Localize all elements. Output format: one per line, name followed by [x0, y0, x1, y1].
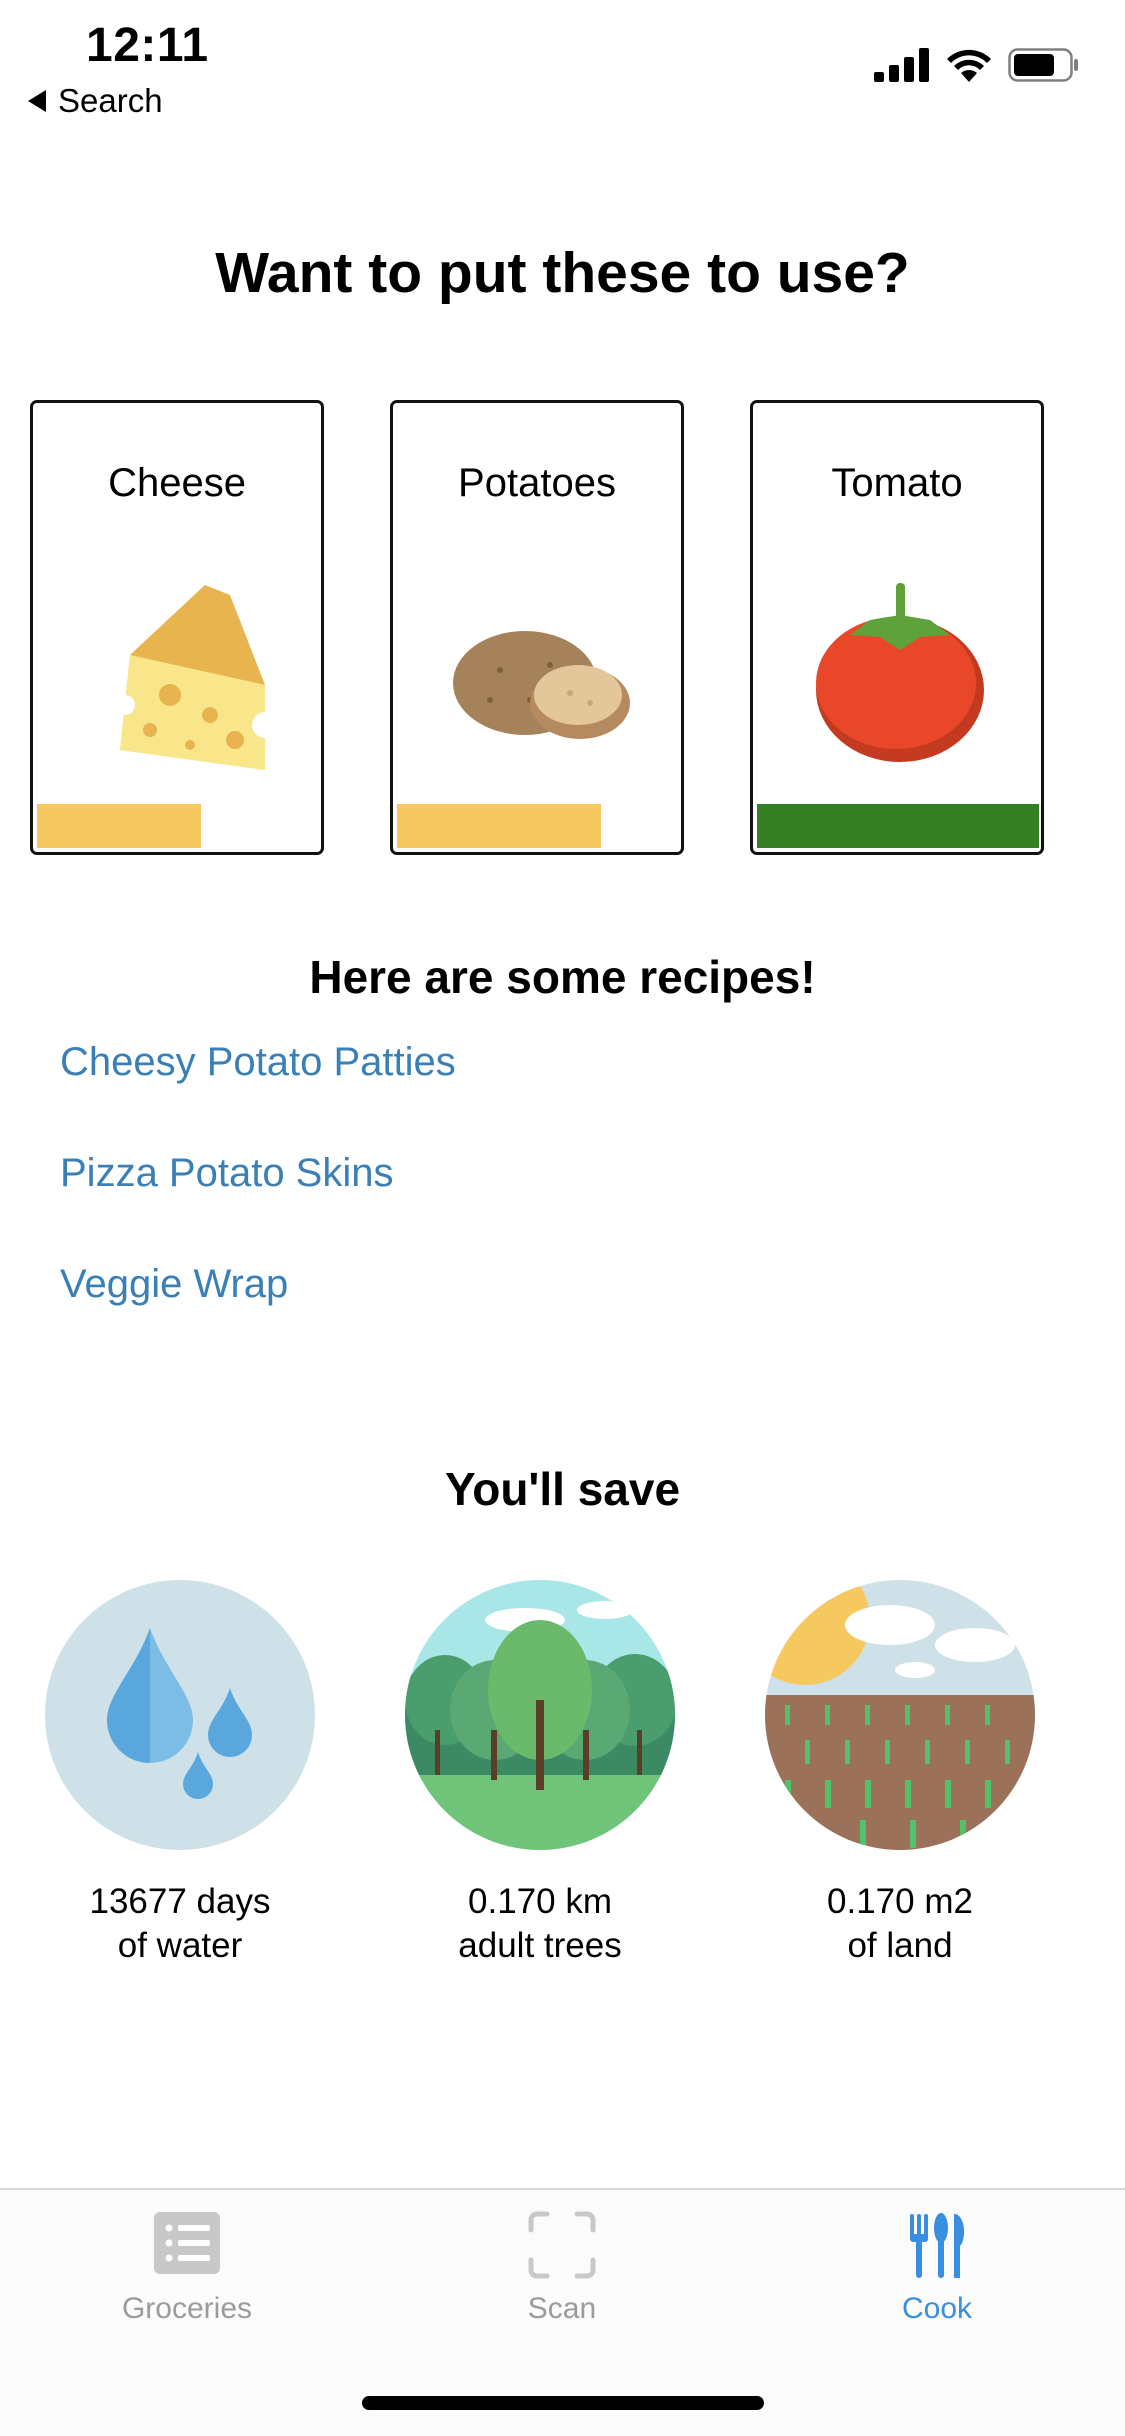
list-icon [154, 2212, 220, 2274]
tab-scan[interactable]: Scan [437, 2210, 687, 2326]
ingredient-card-potatoes[interactable]: Potatoes [390, 400, 684, 855]
trees-icon [405, 1580, 675, 1850]
tab-cook[interactable]: Cook [812, 2210, 1062, 2326]
land-savings-unit: of land [847, 1926, 953, 1965]
potato-icon [453, 631, 630, 739]
trees-savings-label: 0.170 km adult trees [405, 1880, 675, 1968]
back-link-label: Search [58, 82, 163, 119]
scan-icon [528, 2211, 596, 2279]
cellular-signal-icon [874, 48, 929, 82]
land-savings-label: 0.170 m2 of land [765, 1880, 1035, 1968]
cook-screen: 12:11 Search Want to put these to use? C… [0, 0, 1125, 2436]
page-title: Want to put these to use? [215, 241, 910, 305]
wifi-icon [947, 49, 991, 82]
recipes-title: Here are some recipes! [309, 951, 816, 1003]
status-indicators [874, 48, 1080, 82]
status-time: 12:11 [86, 19, 209, 72]
ingredient-name: Tomato [831, 461, 963, 505]
ingredient-card-tomato[interactable]: Tomato [750, 400, 1044, 855]
water-savings-value: 13677 days [89, 1882, 271, 1921]
utensils-icon [910, 2213, 965, 2278]
recipe-link-pizza-potato-skins[interactable]: Pizza Potato Skins [60, 1151, 394, 1196]
water-drops-icon [45, 1580, 315, 1850]
home-indicator[interactable] [362, 2396, 764, 2410]
water-savings-label: 13677 days of water [45, 1880, 315, 1968]
ingredient-name: Cheese [108, 461, 246, 505]
recipe-link-veggie-wrap[interactable]: Veggie Wrap [60, 1262, 288, 1307]
land-savings-value: 0.170 m2 [827, 1882, 973, 1921]
tab-label: Groceries [121, 2292, 253, 2325]
ingredient-card-cheese[interactable]: Cheese [30, 400, 324, 855]
cheese-icon [115, 585, 278, 770]
freshness-bar [37, 804, 201, 848]
trees-savings-unit: adult trees [458, 1926, 622, 1965]
tomato-icon [816, 583, 984, 762]
tab-label: Scan [527, 2292, 597, 2325]
battery-icon [1008, 48, 1078, 82]
recipe-link-cheesy-potato-patties[interactable]: Cheesy Potato Patties [60, 1040, 456, 1085]
freshness-bar [397, 804, 601, 848]
tab-groceries[interactable]: Groceries [62, 2210, 312, 2326]
tab-label: Cook [901, 2292, 973, 2325]
savings-title: You'll save [444, 1463, 681, 1515]
water-savings-unit: of water [117, 1926, 243, 1965]
ingredient-name: Potatoes [458, 461, 616, 505]
back-to-search-link[interactable]: Search [28, 82, 163, 120]
freshness-bar [757, 804, 1039, 848]
back-arrow-icon [28, 90, 46, 112]
trees-savings-value: 0.170 km [468, 1882, 612, 1921]
farmland-icon [765, 1580, 1035, 1850]
